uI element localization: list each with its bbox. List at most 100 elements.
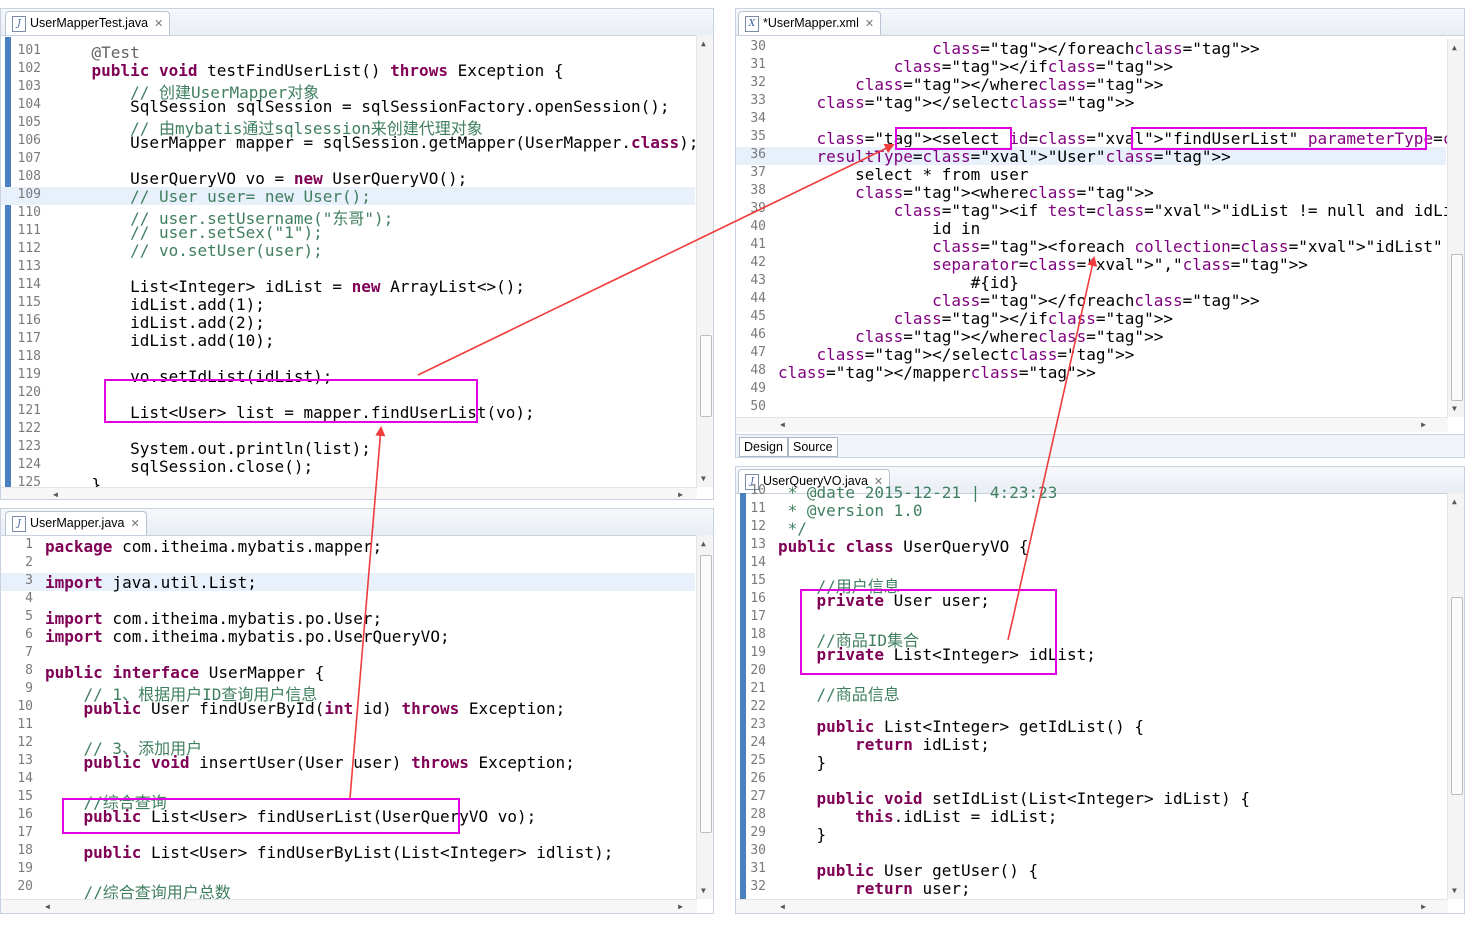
code-line[interactable]: 103 // 创建UserMapper对象 — [1, 79, 695, 102]
horizontal-scrollbar[interactable]: ◀ ▶ — [736, 899, 1448, 913]
code-line[interactable]: 48 class="tag"></mapperclass="tag">> — [736, 363, 1446, 382]
code-line[interactable]: 1 package com.itheima.mybatis.mapper; — [1, 537, 695, 556]
code-line[interactable]: 18 public List<User> findUserByList(List… — [1, 843, 695, 862]
code-line[interactable]: 124 sqlSession.close(); — [1, 457, 695, 476]
tab-usermapper-xml[interactable]: X *UserMapper.xml ✕ — [738, 11, 882, 35]
code-line[interactable]: 11 * @version 1.0 — [736, 501, 1446, 520]
code-line[interactable]: 47 class="tag"></selectclass="tag">> — [736, 345, 1446, 364]
code-line[interactable]: 118 — [1, 349, 695, 367]
code-line[interactable]: 43 #{id} — [736, 273, 1446, 292]
code-line[interactable]: 30 class="tag"></foreachclass="tag">> — [736, 39, 1446, 58]
vertical-scrollbar[interactable]: ▲ ▼ — [696, 35, 713, 487]
code-line[interactable]: 117 idList.add(10); — [1, 331, 695, 350]
close-icon[interactable]: ✕ — [865, 17, 874, 30]
scroll-thumb[interactable] — [1451, 254, 1463, 401]
code-line[interactable]: 28 this.idList = idList; — [736, 807, 1446, 826]
code-line[interactable]: 122 — [1, 421, 695, 439]
scroll-thumb[interactable] — [1451, 597, 1463, 795]
code-line[interactable]: 24 return idList; — [736, 735, 1446, 754]
code-line[interactable]: 106 UserMapper mapper = sqlSession.getMa… — [1, 133, 699, 152]
code-line[interactable]: 112 // vo.setUser(user); — [1, 241, 695, 260]
code-line[interactable]: 7 — [1, 645, 695, 663]
code-line[interactable]: 10 public User findUserById(int id) thro… — [1, 699, 695, 718]
code-line[interactable]: 116 idList.add(2); — [1, 313, 695, 332]
code-text: public void insertUser(User user) throws… — [83, 753, 575, 772]
code-line[interactable]: 25 } — [736, 753, 1446, 772]
close-icon[interactable]: ✕ — [154, 17, 163, 30]
code-line[interactable]: 20 //综合查询用户总数 — [1, 879, 695, 902]
scroll-thumb[interactable] — [700, 335, 712, 417]
code-line[interactable]: 5 import com.itheima.mybatis.po.User; — [1, 609, 695, 628]
code-line[interactable]: 104 SqlSession sqlSession = sqlSessionFa… — [1, 97, 695, 116]
code-line[interactable]: 101 @Test — [1, 43, 695, 62]
code-line[interactable]: 3 import java.util.List; — [1, 573, 695, 592]
vertical-scrollbar[interactable]: ▲ ▼ — [696, 535, 713, 899]
code-line[interactable]: 23 public List<Integer> getIdList() { — [736, 717, 1446, 736]
code-line[interactable]: 113 — [1, 259, 695, 277]
code-line[interactable]: 38 class="tag"><whereclass="tag">> — [736, 183, 1446, 202]
code-line[interactable]: 6 import com.itheima.mybatis.po.UserQuery… — [1, 627, 695, 646]
code-line[interactable]: 13 public class UserQueryVO { — [736, 537, 1446, 556]
code-line[interactable]: 21 //商品信息 — [736, 681, 1446, 704]
code-line[interactable]: 108 UserQueryVO vo = new UserQueryVO(); — [1, 169, 695, 188]
code-line[interactable]: 2 — [1, 555, 695, 573]
code-line[interactable]: 14 — [736, 555, 1446, 573]
code-line[interactable]: 13 public void insertUser(User user) thr… — [1, 753, 695, 772]
close-icon[interactable]: ✕ — [131, 517, 140, 530]
code-line[interactable]: 9 // 1、根据用户ID查询用户信息 — [1, 681, 695, 704]
code-line[interactable]: 12 // 3、添加用户 — [1, 735, 695, 758]
horizontal-scrollbar[interactable]: ◀ ▶ — [1, 487, 697, 499]
code-line[interactable]: 107 — [1, 151, 695, 169]
code-line[interactable]: 39 class="tag"><if test=class="xval">"id… — [736, 201, 1464, 220]
vertical-scrollbar[interactable]: ▲ ▼ — [1447, 493, 1464, 899]
code-line[interactable]: 105 // 由mybatis通过sqlsession来创建代理对象 — [1, 115, 695, 138]
horizontal-scrollbar[interactable]: ◀ ▶ — [736, 417, 1448, 432]
code-line[interactable]: 46 class="tag"></whereclass="tag">> — [736, 327, 1446, 346]
code-line[interactable]: 111 // user.setSex("1"); — [1, 223, 695, 242]
code-line[interactable]: 11 — [1, 717, 695, 735]
tab-source[interactable]: Source — [788, 437, 838, 457]
line-number: 23 — [750, 717, 766, 732]
code-line[interactable]: 33 class="tag"></selectclass="tag">> — [736, 93, 1446, 112]
code-line[interactable]: 29 } — [736, 825, 1446, 844]
line-number: 121 — [17, 403, 41, 418]
tab-usermappertest[interactable]: J UserMapperTest.java ✕ — [5, 11, 171, 35]
code-line[interactable]: 27 public void setIdList(List<Integer> i… — [736, 789, 1446, 808]
vertical-scrollbar[interactable]: ▲ ▼ — [1447, 39, 1464, 417]
code-line[interactable]: 37 select * from user — [736, 165, 1446, 184]
code-line[interactable]: 109 // User user= new User(); — [1, 187, 695, 206]
code-line[interactable]: 114 List<Integer> idList = new ArrayList… — [1, 277, 695, 296]
tab-design[interactable]: Design — [739, 437, 788, 457]
code-line[interactable]: 4 — [1, 591, 695, 609]
code-line[interactable]: 115 idList.add(1); — [1, 295, 695, 314]
code-line[interactable]: 41 class="tag"><foreach collection=class… — [736, 237, 1464, 256]
code-line[interactable]: 102 public void testFindUserList() throw… — [1, 61, 695, 80]
code-line[interactable]: 32 return user; — [736, 879, 1446, 898]
code-line[interactable]: 30 — [736, 843, 1446, 861]
code-line[interactable]: 8 public interface UserMapper { — [1, 663, 695, 682]
code-line[interactable]: 49 — [736, 381, 1446, 399]
code-line[interactable]: 42 separator=class="xval">","class="tag"… — [736, 255, 1446, 274]
code-line[interactable]: 12 */ — [736, 519, 1446, 538]
mapper-code-area[interactable]: 1 package com.itheima.mybatis.mapper; 2 3 im… — [1, 537, 695, 902]
code-line[interactable]: 45 class="tag"></ifclass="tag">> — [736, 309, 1446, 328]
horizontal-scrollbar[interactable]: ◀ ▶ — [1, 899, 697, 913]
code-line[interactable]: 22 — [736, 699, 1446, 717]
code-line[interactable]: 123 System.out.println(list); — [1, 439, 695, 458]
code-line[interactable]: 14 — [1, 771, 695, 789]
xml-code-area[interactable]: 30 class="tag"></foreachclass="tag">> 31 … — [736, 39, 1464, 417]
code-line[interactable]: 40 id in — [736, 219, 1446, 238]
scroll-thumb[interactable] — [700, 555, 712, 833]
code-line[interactable]: 32 class="tag"></whereclass="tag">> — [736, 75, 1446, 94]
code-line[interactable]: 10 * @date 2015-12-21 | 4:23:23 — [736, 483, 1446, 502]
code-line[interactable]: 26 — [736, 771, 1446, 789]
vo-code-area[interactable]: 10 * @date 2015-12-21 | 4:23:23 11 * @ver… — [736, 483, 1446, 899]
code-line[interactable]: 50 — [736, 399, 1446, 417]
code-line[interactable]: 19 — [1, 861, 695, 879]
code-line[interactable]: 110 // user.setUsername("东哥"); — [1, 205, 695, 228]
code-text: class="tag"></whereclass="tag">> — [855, 75, 1164, 94]
tab-usermapper-java[interactable]: J UserMapper.java ✕ — [5, 511, 147, 535]
code-line[interactable]: 31 class="tag"></ifclass="tag">> — [736, 57, 1446, 76]
code-line[interactable]: 44 class="tag"></foreachclass="tag">> — [736, 291, 1446, 310]
code-line[interactable]: 31 public User getUser() { — [736, 861, 1446, 880]
